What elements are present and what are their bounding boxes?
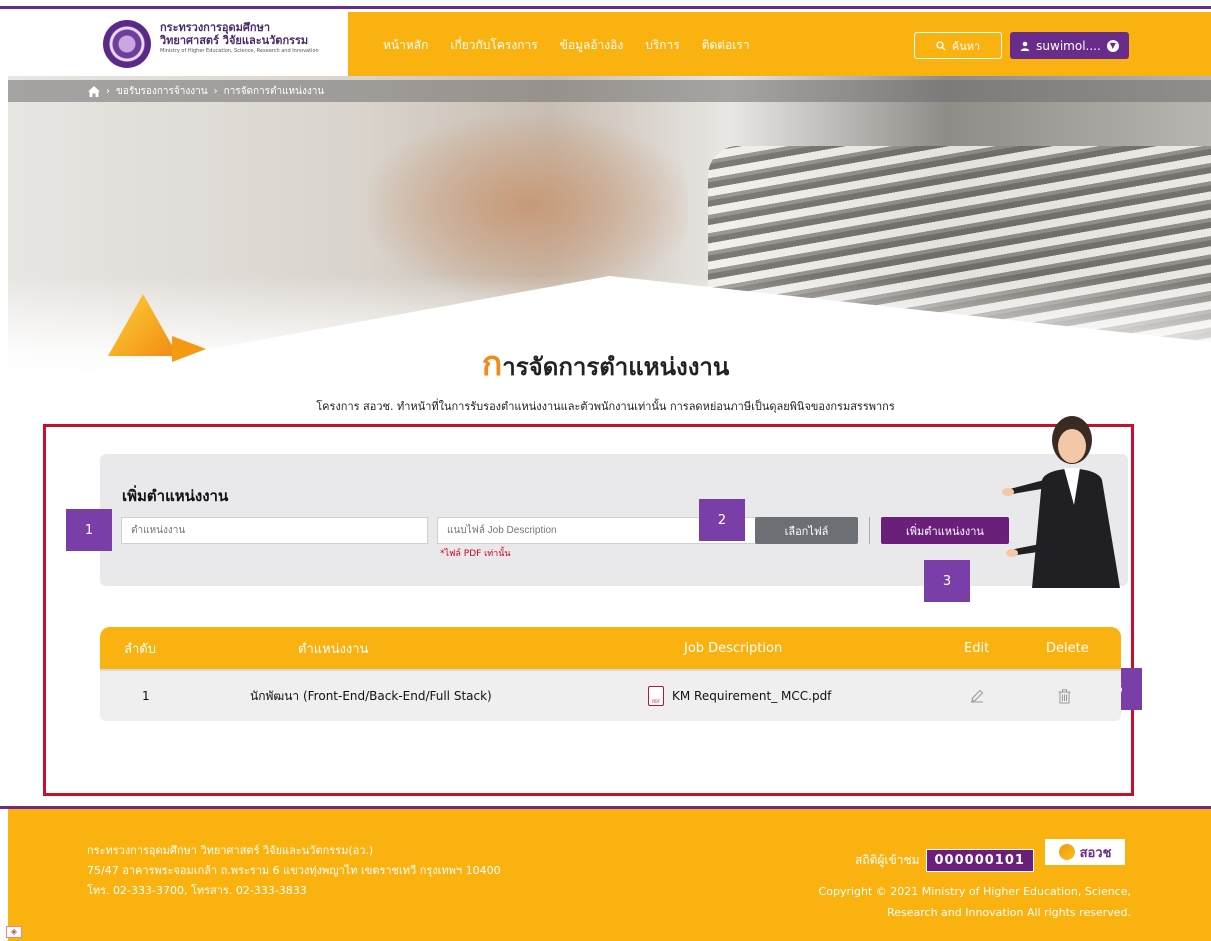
delete-button[interactable] (1058, 671, 1071, 721)
col-header-position: ตำแหน่งงาน (298, 641, 369, 657)
divider (869, 517, 870, 544)
pdf-icon (648, 686, 664, 706)
site-footer: กระทรวงการอุดมศึกษา วิทยาศาสตร์ วิจัยและ… (8, 809, 1211, 941)
footer-phone: โทร. 02-333-3700, โทรสาร. 02-333-3833 (87, 884, 307, 897)
col-header-jd: Job Description (684, 640, 783, 656)
breadcrumb-separator-icon: › (106, 85, 110, 97)
nav-about[interactable]: เกี่ยวกับโครงการ (450, 36, 537, 55)
visitor-label: สถิติผู้เข้าชม (855, 853, 920, 867)
brand-logo-text: สอวช (1079, 845, 1112, 861)
org-name-th-1: กระทรวงการอุดมศึกษา (160, 21, 270, 34)
cell-no: 1 (142, 689, 150, 703)
page-title-cap: ก (481, 344, 503, 384)
footer-street: 75/47 อาคารพระจอมเกล้า ถ.พระราม 6 แขวงทุ… (87, 864, 501, 877)
step-badge-1: 1 (66, 509, 112, 551)
nav-home[interactable]: หน้าหลัก (383, 36, 428, 55)
breadcrumb-item-certify[interactable]: ขอรับรองการจ้างงาน (116, 84, 208, 99)
top-accent-line (0, 0, 1211, 9)
choose-file-button[interactable]: เลือกไฟล์ (755, 517, 858, 544)
nav-services[interactable]: บริการ (645, 36, 680, 55)
hero-blur (368, 116, 688, 296)
copyright: Copyright © 2021 Ministry of Higher Educ… (819, 881, 1131, 923)
positions-table: ลำดับ ตำแหน่งงาน Job Description Edit De… (100, 627, 1121, 721)
logo[interactable]: กระทรวงการอุดมศึกษา วิทยาศาสตร์ วิจัยและ… (8, 12, 348, 76)
pencil-icon (971, 689, 984, 703)
table-header: ลำดับ ตำแหน่งงาน Job Description Edit De… (100, 627, 1121, 669)
main-nav: หน้าหลัก เกี่ยวกับโครงการ ข้อมูลอ้างอิง … (383, 36, 772, 55)
footer-address: กระทรวงการอุดมศึกษา วิทยาศาสตร์ วิจัยและ… (87, 841, 501, 901)
logo-text: กระทรวงการอุดมศึกษา วิทยาศาสตร์ วิจัยและ… (160, 22, 350, 56)
trash-icon (1058, 688, 1071, 703)
brand-logo-icon (1058, 844, 1075, 860)
brand-logo[interactable]: สอวช (1045, 839, 1125, 865)
position-input[interactable] (121, 517, 428, 544)
table-row: 1 นักพัฒนา (Front-End/Back-End/Full Stac… (100, 669, 1121, 721)
site-header: กระทรวงการอุดมศึกษา วิทยาศาสตร์ วิจัยและ… (8, 12, 1211, 76)
visitor-counter: 000000101 (925, 849, 1034, 872)
breadcrumb-item-current: การจัดการตำแหน่งงาน (223, 85, 325, 97)
visitor-stats: สถิติผู้เข้าชม 000000101 (855, 849, 1034, 872)
nav-contact[interactable]: ติดต่อเรา (702, 36, 750, 55)
org-name-th-2: วิทยาศาสตร์ วิจัยและนวัตกรรม (160, 34, 309, 47)
page-title-rest: ารจัดการตำแหน่งงาน (502, 353, 730, 381)
jd-file-link[interactable]: KM Requirement_ MCC.pdf (672, 689, 831, 703)
presenter-woman-image (1002, 416, 1120, 588)
user-name: suwimol.... (1036, 38, 1101, 53)
nav-references[interactable]: ข้อมูลอ้างอิง (560, 36, 624, 55)
search-label: ค้นหา (951, 39, 981, 53)
corner-widget-icon[interactable]: ◈ (6, 926, 22, 938)
step-badge-2: 2 (699, 499, 745, 541)
ministry-seal-icon (103, 20, 151, 68)
search-button[interactable]: ค้นหา (914, 32, 1002, 59)
col-header-edit: Edit (964, 640, 990, 656)
add-position-button[interactable]: เพิ่มตำแหน่งงาน (881, 517, 1009, 544)
chevron-down-icon: ▼ (1106, 39, 1119, 52)
edit-button[interactable] (970, 671, 984, 721)
col-header-no: ลำดับ (124, 641, 156, 657)
file-type-note: *ไฟล์ PDF เท่านั้น (440, 549, 511, 559)
copyright-line-2: Research and Innovation All rights reser… (887, 906, 1131, 919)
col-header-delete: Delete (1046, 640, 1089, 656)
breadcrumb: › ขอรับรองการจ้างงาน › การจัดการตำแหน่งง… (8, 80, 1211, 102)
home-icon[interactable] (88, 85, 100, 97)
page-title: การจัดการตำแหน่งงาน (0, 336, 1211, 390)
user-icon (1020, 41, 1030, 51)
add-position-heading: เพิ่มตำแหน่งงาน (122, 487, 229, 505)
copyright-line-1: Copyright © 2021 Ministry of Higher Educ… (818, 885, 1131, 898)
user-menu-button[interactable]: suwimol.... ▼ (1010, 32, 1129, 59)
cell-jd[interactable]: KM Requirement_ MCC.pdf (648, 671, 831, 721)
cell-position: นักพัฒนา (Front-End/Back-End/Full Stack) (250, 688, 492, 703)
footer-org: กระทรวงการอุดมศึกษา วิทยาศาสตร์ วิจัยและ… (87, 844, 374, 857)
org-name-en: Ministry of Higher Education, Science, R… (160, 48, 319, 54)
search-icon (936, 40, 946, 50)
breadcrumb-separator-icon: › (213, 85, 218, 97)
step-badge-3: 3 (924, 560, 970, 602)
